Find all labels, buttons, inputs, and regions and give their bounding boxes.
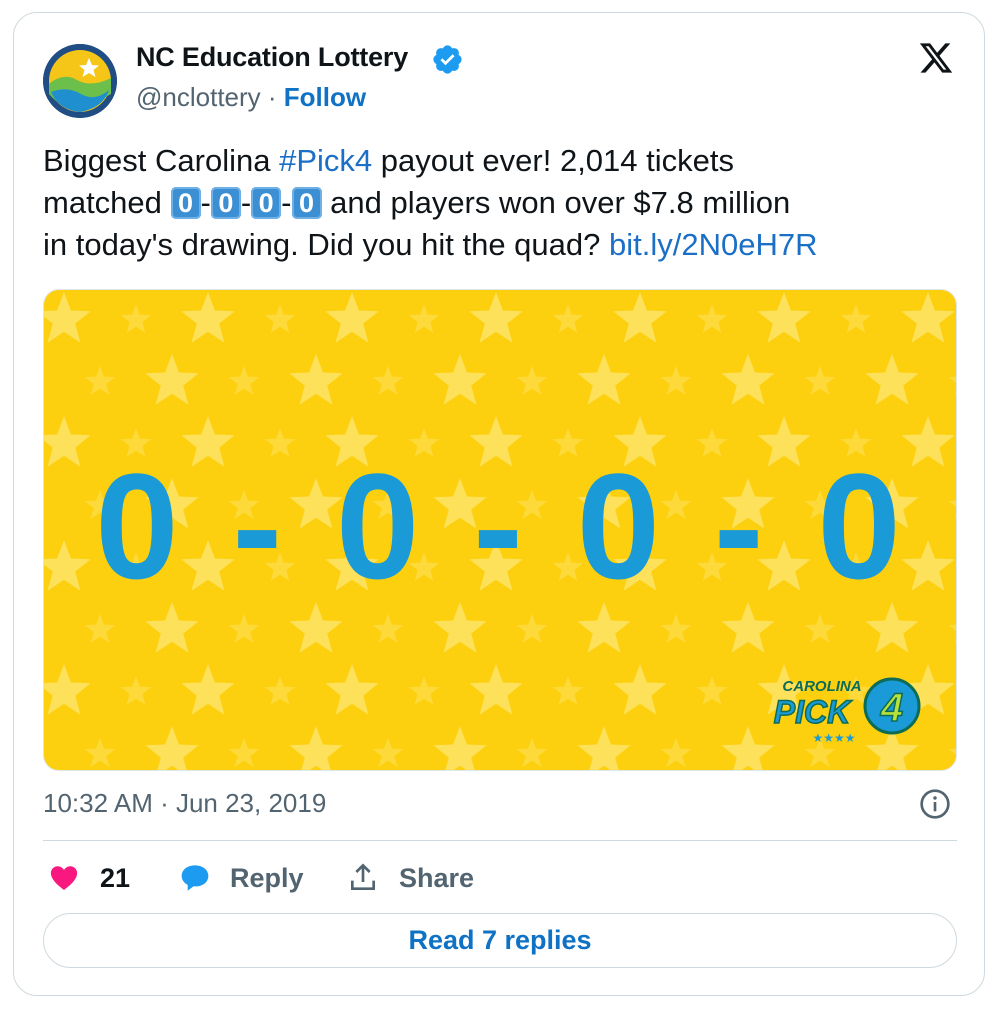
follow-button[interactable]: Follow xyxy=(284,82,366,112)
short-link[interactable]: bit.ly/2N0eH7R xyxy=(609,227,817,262)
logo-carolina-text: CAROLINA xyxy=(782,678,861,695)
logo-stars: ★★★★ xyxy=(812,731,855,745)
read-replies-button[interactable]: Read 7 replies xyxy=(43,913,957,968)
heart-icon xyxy=(50,866,78,890)
avatar[interactable] xyxy=(43,44,117,118)
x-logo-icon[interactable] xyxy=(917,40,955,76)
like-button[interactable]: 21 xyxy=(48,858,130,898)
keycap-digit: 0 xyxy=(251,187,282,219)
draw-number: 0 - 0 - 0 - 0 xyxy=(95,442,907,610)
reply-button[interactable]: Reply xyxy=(178,858,304,898)
keycap-digit: 0 xyxy=(291,187,322,219)
keycap-digit: 0 xyxy=(170,187,201,219)
like-count: 21 xyxy=(100,862,131,893)
divider xyxy=(43,840,957,841)
share-icon xyxy=(351,863,375,890)
logo-pick-text: PICK xyxy=(774,694,853,730)
keycap-digit: 0 xyxy=(210,187,241,219)
account-name[interactable]: NC Education Lottery xyxy=(136,42,408,73)
tweet-media-image[interactable]: 0 - 0 - 0 - 0 CAROLINA PICK 4 ★★★★ xyxy=(43,289,957,771)
reply-label: Reply xyxy=(230,862,304,893)
hashtag-link[interactable]: #Pick4 xyxy=(279,143,372,178)
reply-bubble-icon xyxy=(181,865,209,891)
handle-row: @nclottery · Follow xyxy=(136,82,366,113)
draw-number-graphic: 0 - 0 - 0 - 0 CAROLINA PICK 4 ★★★★ xyxy=(95,442,921,745)
logo-digit-text: 4 xyxy=(880,686,903,730)
handle[interactable]: @nclottery xyxy=(136,82,261,112)
nc-lottery-logo-icon xyxy=(43,44,117,118)
info-icon[interactable] xyxy=(919,788,951,820)
separator: · xyxy=(267,82,277,112)
verified-badge-icon xyxy=(433,45,462,74)
timestamp[interactable]: 10:32 AM · Jun 23, 2019 xyxy=(43,788,326,819)
share-label: Share xyxy=(399,862,475,893)
share-button[interactable]: Share xyxy=(347,858,474,898)
carolina-pick4-logo: CAROLINA PICK 4 ★★★★ xyxy=(773,677,921,745)
tweet-text: Biggest Carolina #Pick4 payout ever! 2,0… xyxy=(43,143,818,262)
